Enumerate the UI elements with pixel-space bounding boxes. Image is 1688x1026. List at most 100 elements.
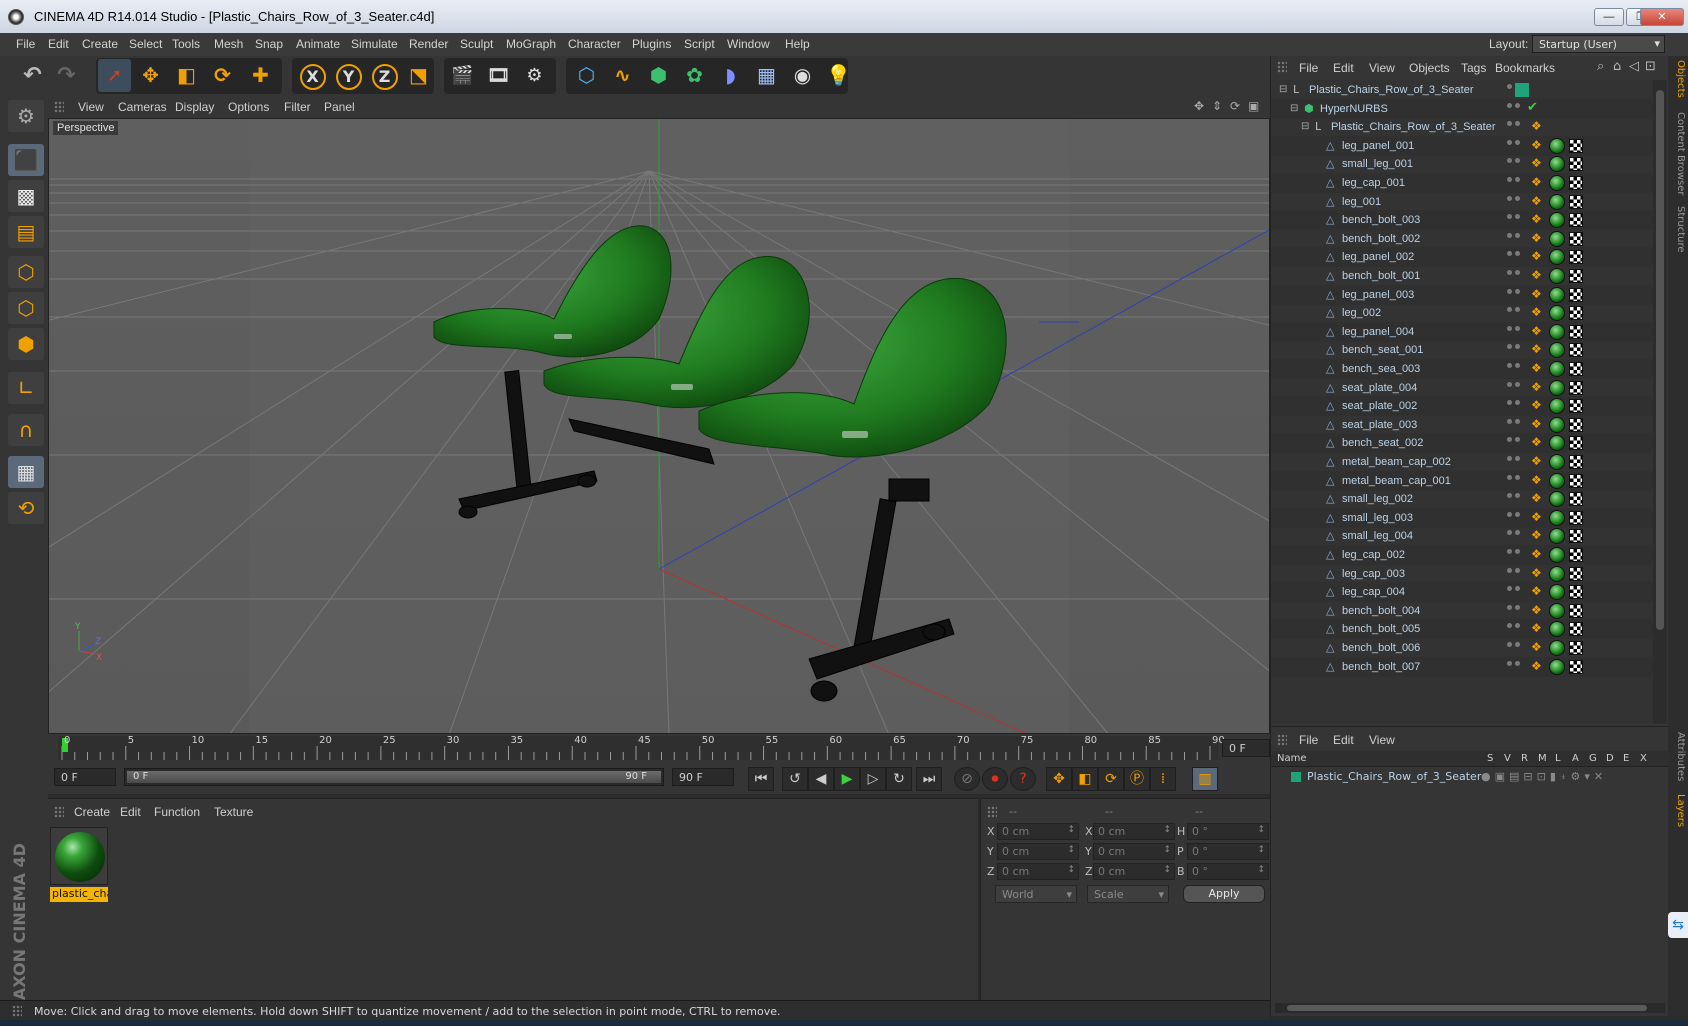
keyframe-selection-icon[interactable]: ? — [1010, 767, 1036, 791]
current-frame-field[interactable]: 0 F — [1222, 739, 1270, 757]
phong-tag-icon[interactable]: ❖ — [1531, 455, 1545, 469]
move-icon[interactable]: ✥ — [134, 59, 167, 92]
objects-menu-view[interactable]: View — [1369, 61, 1395, 75]
coordinate-mode-dropdown[interactable]: World — [995, 885, 1077, 903]
uvw-tag-icon[interactable] — [1569, 417, 1583, 432]
material-tag-icon[interactable] — [1549, 323, 1565, 340]
menu-render[interactable]: Render — [409, 37, 448, 51]
position-z-field[interactable]: 0 cm — [997, 863, 1079, 880]
uvw-tag-icon[interactable] — [1569, 194, 1583, 209]
rotation-b-field[interactable]: 0 ° — [1187, 863, 1269, 880]
object-row[interactable]: △ leg_panel_001 ❖ — [1271, 135, 1653, 156]
object-row[interactable]: △ bench_bolt_006 ❖ — [1271, 638, 1653, 658]
objects-menu-objects[interactable]: Objects — [1409, 61, 1450, 75]
layer-col-render[interactable]: R — [1521, 753, 1528, 764]
material-tag-icon[interactable] — [1549, 435, 1565, 452]
object-list-scrollbar[interactable] — [1653, 80, 1667, 724]
visibility-dots[interactable] — [1507, 660, 1523, 674]
uvw-tag-icon[interactable] — [1569, 269, 1583, 283]
uvw-tag-icon[interactable] — [1569, 492, 1583, 507]
phong-tag-icon[interactable]: ❖ — [1531, 418, 1545, 432]
nurbs-icon[interactable]: ⬢ — [642, 59, 675, 92]
material-tag-icon[interactable] — [1549, 212, 1565, 229]
object-row[interactable]: △ metal_beam_cap_001 ❖ — [1271, 470, 1653, 491]
uvw-tag-icon[interactable] — [1569, 138, 1583, 153]
object-row[interactable]: △ leg_panel_003 ❖ — [1271, 284, 1653, 305]
object-name[interactable]: small_leg_004 — [1342, 530, 1413, 542]
expand-toggle-icon[interactable]: ⊟ — [1301, 121, 1313, 133]
visibility-dots[interactable] — [1507, 622, 1523, 636]
material-tag-icon[interactable] — [1549, 230, 1565, 247]
deformer-icon[interactable]: ◗ — [714, 59, 747, 92]
object-row[interactable]: L ⊟ Plastic_Chairs_Row_of_3_Seater ❖ — [1271, 117, 1653, 137]
object-row[interactable]: △ leg_cap_003 ❖ — [1271, 564, 1653, 584]
visibility-dots[interactable] — [1507, 548, 1523, 562]
apply-button[interactable]: Apply — [1183, 885, 1265, 903]
visibility-dots[interactable] — [1507, 157, 1523, 171]
menu-tools[interactable]: Tools — [172, 37, 200, 51]
layer-horizontal-scrollbar[interactable] — [1275, 1003, 1665, 1013]
minimize-button[interactable]: — — [1594, 8, 1624, 26]
phong-tag-icon[interactable]: ❖ — [1531, 139, 1545, 153]
phong-tag-icon[interactable]: ❖ — [1531, 269, 1545, 283]
phong-tag-icon[interactable]: ❖ — [1531, 120, 1545, 134]
viewport-rotate-icon[interactable]: ⟳ — [1230, 99, 1240, 113]
object-name[interactable]: leg_002 — [1342, 307, 1381, 319]
object-row[interactable]: △ small_leg_001 ❖ — [1271, 154, 1653, 174]
material-tag-icon[interactable] — [1549, 249, 1565, 266]
material-tag-icon[interactable] — [1549, 565, 1565, 582]
menu-file[interactable]: File — [16, 37, 35, 51]
tab-objects[interactable]: Objects — [1670, 60, 1686, 98]
enabled-check-icon[interactable]: ✔ — [1527, 101, 1541, 116]
layer-col-name[interactable]: Name — [1277, 753, 1307, 764]
object-name[interactable]: bench_bolt_003 — [1342, 214, 1420, 226]
layer-col-animation[interactable]: A — [1572, 753, 1579, 764]
visibility-dots[interactable] — [1507, 418, 1523, 432]
uvw-tag-icon[interactable] — [1569, 157, 1583, 172]
object-name[interactable]: bench_bolt_006 — [1342, 642, 1420, 654]
timeline-ruler[interactable]: 0 5 10 15 20 25 30 35 40 45 50 55 60 65 70 75 80 85 90 0 F — [48, 734, 1270, 762]
layer-scrollbar-thumb[interactable] — [1287, 1005, 1647, 1011]
layer-col-xref[interactable]: X — [1640, 753, 1647, 764]
material-menu-function[interactable]: Function — [154, 805, 200, 819]
object-name[interactable]: leg_panel_004 — [1342, 326, 1414, 338]
objects-menu-file[interactable]: File — [1299, 61, 1318, 75]
record-active-objects-icon[interactable]: ⊘ — [954, 767, 980, 791]
uvw-tag-icon[interactable] — [1569, 436, 1583, 451]
menu-animate[interactable]: Animate — [296, 37, 340, 51]
object-row[interactable]: △ leg_cap_001 ❖ — [1271, 173, 1653, 193]
uvw-tag-icon[interactable] — [1569, 659, 1583, 674]
material-tag-icon[interactable] — [1549, 584, 1565, 601]
object-row[interactable]: △ leg_002 ❖ — [1271, 303, 1653, 323]
object-name[interactable]: leg_panel_001 — [1342, 140, 1414, 152]
phong-tag-icon[interactable]: ❖ — [1531, 604, 1545, 618]
phong-tag-icon[interactable]: ❖ — [1531, 641, 1545, 655]
viewport-maximize-icon[interactable]: ▣ — [1248, 99, 1259, 113]
visibility-dots[interactable] — [1507, 362, 1523, 376]
add-object-icon[interactable]: ✚ — [244, 59, 277, 92]
object-name[interactable]: bench_sea_003 — [1342, 363, 1420, 375]
menu-help[interactable]: Help — [785, 37, 810, 51]
visibility-dots[interactable] — [1507, 436, 1523, 450]
material-tag-icon[interactable] — [1549, 621, 1565, 638]
visibility-dots[interactable] — [1507, 399, 1523, 413]
object-name[interactable]: leg_cap_003 — [1342, 568, 1405, 580]
phong-tag-icon[interactable]: ❖ — [1531, 492, 1545, 506]
layer-col-view[interactable]: V — [1504, 753, 1511, 764]
uvw-tag-icon[interactable] — [1569, 306, 1583, 321]
phong-tag-icon[interactable]: ❖ — [1531, 250, 1545, 264]
object-name[interactable]: bench_seat_001 — [1342, 344, 1423, 356]
viewport-menu-cameras[interactable]: Cameras — [118, 100, 167, 114]
visibility-dots[interactable] — [1507, 139, 1523, 153]
viewport-dolly-icon[interactable]: ⇕ — [1212, 99, 1222, 113]
object-name[interactable]: HyperNURBS — [1320, 103, 1388, 115]
polygons-mode-icon[interactable]: ⬢ — [8, 328, 44, 360]
layer-col-expressions[interactable]: E — [1623, 753, 1629, 764]
play-forward-icon[interactable]: ▶ — [834, 767, 860, 791]
phong-tag-icon[interactable]: ❖ — [1531, 474, 1545, 488]
material-tag-icon[interactable] — [1549, 547, 1565, 563]
object-row[interactable]: △ bench_bolt_004 ❖ — [1271, 601, 1653, 621]
object-name[interactable]: bench_bolt_004 — [1342, 605, 1420, 617]
material-tag-icon[interactable] — [1549, 175, 1565, 191]
autokeying-icon[interactable]: ⏺ — [982, 767, 1008, 791]
